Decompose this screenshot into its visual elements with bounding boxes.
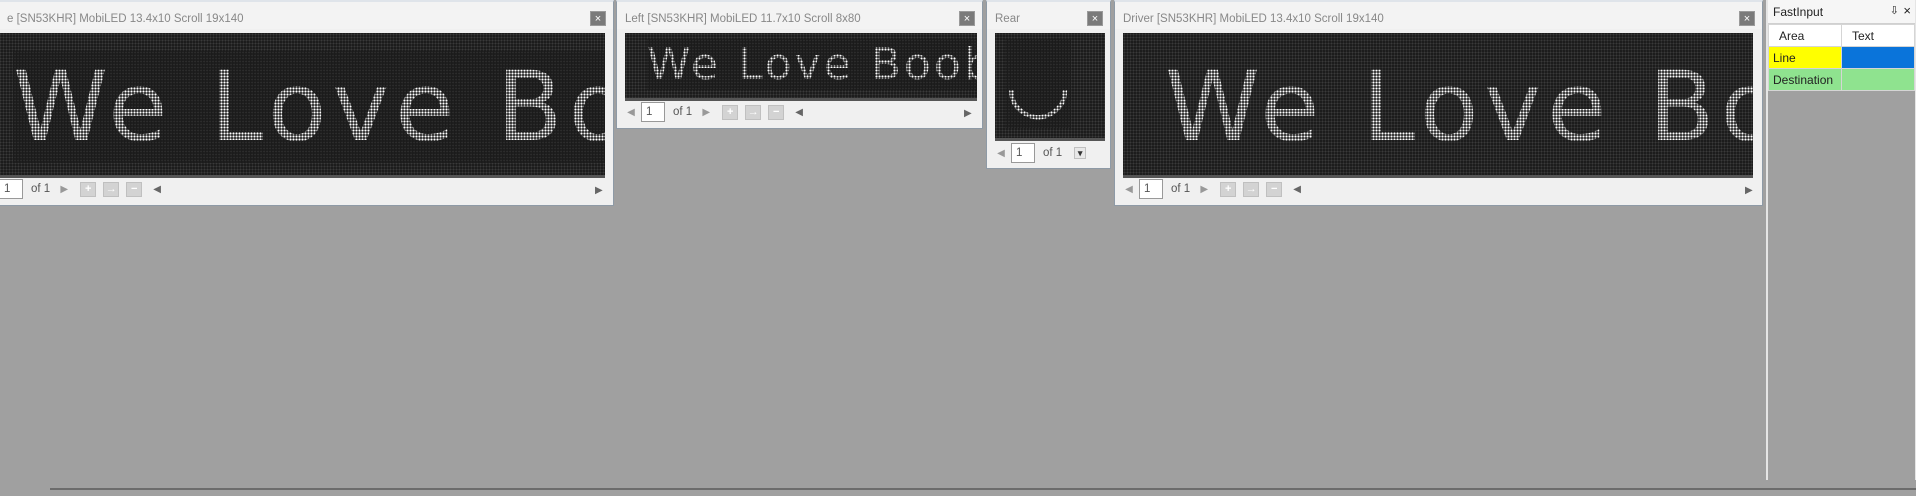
- fast-input-panel: FastInput ⇩ × Area Text Line Destination: [1766, 0, 1916, 480]
- prev-page-icon[interactable]: ◀: [995, 148, 1007, 159]
- column-header-text: Text: [1841, 24, 1915, 47]
- driver-display-window: Driver [SN53KHR] MobiLED 13.4x10 Scroll …: [1114, 0, 1763, 206]
- add-page-icon[interactable]: +: [80, 181, 97, 197]
- page-count-label: of 1: [1043, 147, 1063, 159]
- led-display: We Love Boobies: [1123, 33, 1753, 178]
- page-navigator: 1 of 1 ▶ + → − ◀: [0, 178, 163, 200]
- front-display-window: e [SN53KHR] MobiLED 13.4x10 Scroll 19x14…: [0, 0, 614, 206]
- window-title: Rear: [995, 13, 1020, 25]
- page-navigator: ◀ 1 of 1 ▶ + → − ◀: [625, 101, 805, 123]
- row-area-cell[interactable]: Line: [1768, 46, 1842, 69]
- rear-display-window: Rear × ◡ ◀ 1 of 1 ▾: [986, 0, 1111, 169]
- dropdown-icon[interactable]: ▾: [1074, 147, 1087, 159]
- remove-page-icon[interactable]: −: [126, 181, 143, 197]
- row-text-cell[interactable]: [1841, 46, 1915, 69]
- scroll-right-icon[interactable]: ▶: [595, 185, 603, 196]
- prev-page-icon[interactable]: ◀: [1123, 184, 1135, 195]
- table-row[interactable]: Destination: [1768, 68, 1915, 91]
- row-text-cell[interactable]: [1841, 68, 1915, 91]
- page-number-input[interactable]: 1: [1139, 179, 1163, 199]
- status-divider: [50, 488, 1916, 490]
- left-display-window: Left [SN53KHR] MobiLED 11.7x10 Scroll 8x…: [616, 0, 983, 129]
- led-display-text: We Love Boobies: [647, 39, 977, 90]
- scroll-right-icon[interactable]: ▶: [1745, 185, 1753, 196]
- window-titlebar[interactable]: Left [SN53KHR] MobiLED 11.7x10 Scroll 8x…: [617, 2, 982, 30]
- next-page-icon[interactable]: ▶: [1198, 184, 1210, 195]
- fast-input-table: Area Text Line Destination: [1768, 24, 1915, 91]
- page-number-input[interactable]: 1: [0, 179, 23, 199]
- page-number-input[interactable]: 1: [1011, 143, 1035, 163]
- page-count-label: of 1: [1171, 183, 1191, 195]
- scroll-left-icon[interactable]: ◀: [153, 184, 163, 195]
- page-number-input[interactable]: 1: [641, 102, 665, 122]
- window-titlebar[interactable]: e [SN53KHR] MobiLED 13.4x10 Scroll 19x14…: [0, 2, 613, 30]
- panel-title: FastInput: [1773, 5, 1824, 19]
- window-title: Left [SN53KHR] MobiLED 11.7x10 Scroll 8x…: [625, 13, 861, 25]
- add-page-icon[interactable]: +: [1220, 181, 1237, 197]
- window-title: e [SN53KHR] MobiLED 13.4x10 Scroll 19x14…: [7, 13, 244, 25]
- panel-header: FastInput ⇩ ×: [1768, 0, 1915, 24]
- remove-page-icon[interactable]: −: [768, 104, 785, 120]
- remove-page-icon[interactable]: −: [1266, 181, 1283, 197]
- play-icon[interactable]: →: [1243, 181, 1260, 197]
- close-icon[interactable]: ×: [1903, 3, 1911, 18]
- led-display-text: We Love Boobies: [13, 51, 605, 163]
- table-row[interactable]: Line: [1768, 46, 1915, 69]
- prev-page-icon[interactable]: ◀: [625, 107, 637, 118]
- scroll-left-icon[interactable]: ◀: [795, 107, 805, 118]
- led-display-text: ◡: [1005, 39, 1072, 128]
- table-header-row: Area Text: [1768, 24, 1915, 47]
- next-page-icon[interactable]: ▶: [700, 107, 712, 118]
- led-display-text: We Love Boobies: [1165, 51, 1753, 163]
- scroll-left-icon[interactable]: ◀: [1293, 184, 1303, 195]
- close-icon[interactable]: ×: [959, 11, 975, 26]
- window-title: Driver [SN53KHR] MobiLED 13.4x10 Scroll …: [1123, 13, 1384, 25]
- window-titlebar[interactable]: Driver [SN53KHR] MobiLED 13.4x10 Scroll …: [1115, 2, 1762, 30]
- close-icon[interactable]: ×: [590, 11, 606, 26]
- scroll-right-icon[interactable]: ▶: [964, 108, 972, 119]
- led-display: We Love Boobies: [625, 33, 977, 101]
- close-icon[interactable]: ×: [1739, 11, 1755, 26]
- window-titlebar[interactable]: Rear ×: [987, 2, 1110, 30]
- page-count-label: of 1: [31, 183, 51, 195]
- column-header-area: Area: [1768, 24, 1842, 47]
- led-display: ◡: [995, 33, 1105, 141]
- page-count-label: of 1: [673, 106, 693, 118]
- row-area-cell[interactable]: Destination: [1768, 68, 1842, 91]
- page-navigator: ◀ 1 of 1 ▶ + → − ◀: [1123, 178, 1303, 200]
- pin-icon[interactable]: ⇩: [1890, 4, 1899, 17]
- next-page-icon[interactable]: ▶: [58, 184, 70, 195]
- add-page-icon[interactable]: +: [722, 104, 739, 120]
- led-display: We Love Boobies: [0, 33, 605, 178]
- play-icon[interactable]: →: [103, 181, 120, 197]
- close-icon[interactable]: ×: [1087, 11, 1103, 26]
- play-icon[interactable]: →: [745, 104, 762, 120]
- page-navigator: ◀ 1 of 1 ▾: [995, 142, 1093, 164]
